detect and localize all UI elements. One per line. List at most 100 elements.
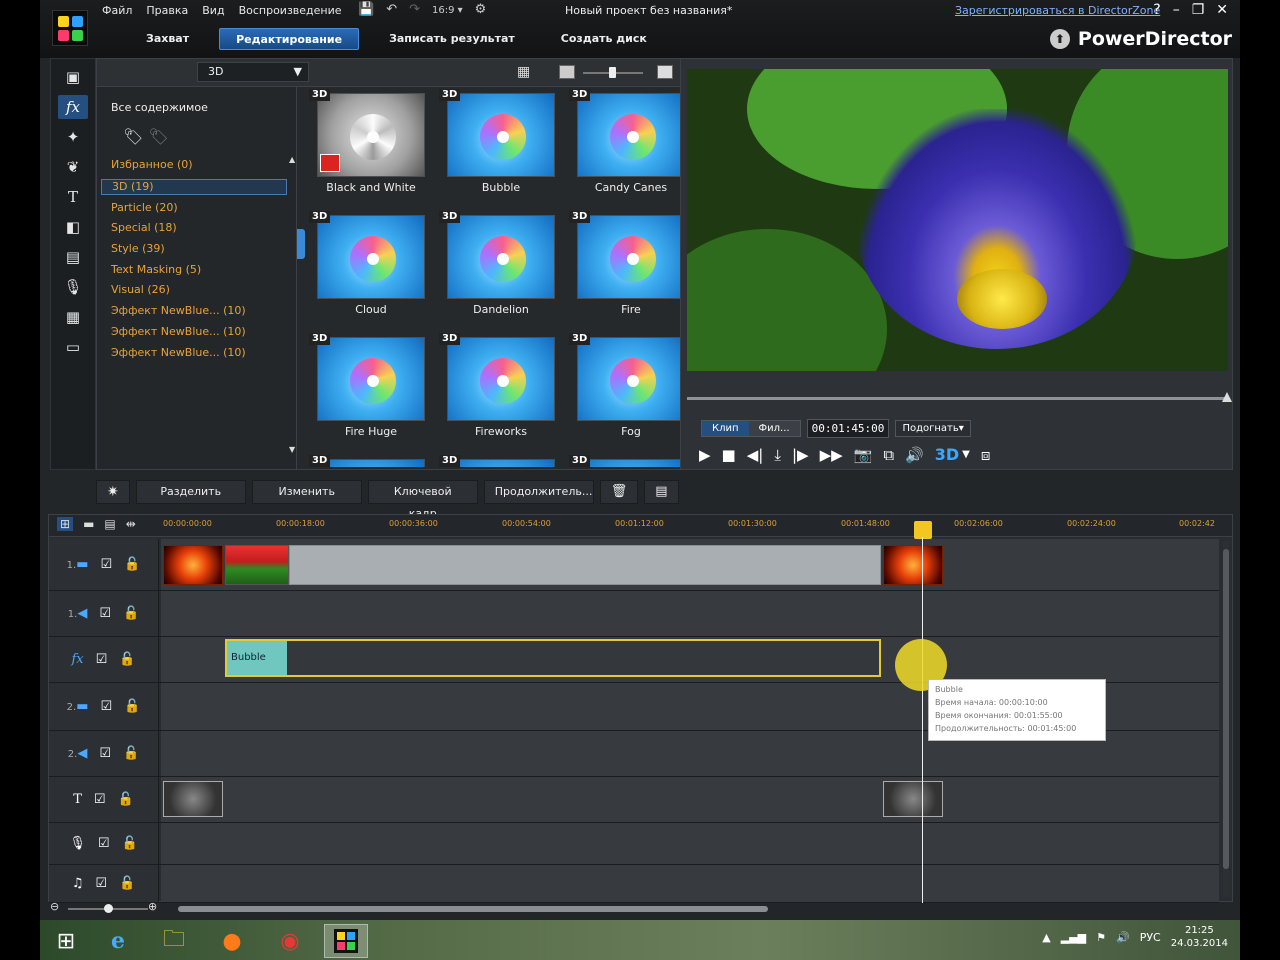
clip-mode-button[interactable]: Клип — [702, 421, 749, 436]
undock-icon[interactable]: ⧈ — [981, 446, 991, 464]
duration-button[interactable]: Продолжитель... — [483, 480, 594, 504]
track-enable-checkbox[interactable]: ☑ — [94, 792, 106, 807]
filter-dropdown[interactable]: 3D ▼ — [197, 62, 309, 82]
effect-fire[interactable]: 3D Fire — [569, 211, 685, 329]
playback-slider[interactable] — [687, 392, 1232, 402]
timeline-vertical-scrollbar[interactable] — [1223, 541, 1229, 897]
zoom-in-icon[interactable]: ⊕ — [148, 900, 157, 913]
video-clip-fire[interactable] — [163, 545, 223, 585]
menu-view[interactable]: Вид — [202, 4, 224, 17]
effect-dandelion[interactable]: 3D Dandelion — [439, 211, 555, 329]
particle-room-icon[interactable]: ❦ — [58, 155, 88, 179]
track-body[interactable] — [161, 865, 1219, 902]
add-track-icon[interactable]: ▤ — [104, 517, 115, 531]
clock[interactable]: 21:25 24.03.2014 — [1171, 924, 1228, 950]
title-clip[interactable] — [163, 781, 223, 817]
menu-file[interactable]: Файл — [102, 4, 132, 17]
track-body[interactable] — [161, 539, 1219, 590]
zoom-knob[interactable] — [104, 904, 113, 913]
track-body[interactable] — [161, 591, 1219, 636]
effect-cloud[interactable]: 3D Cloud — [309, 211, 425, 329]
scroll-thumb[interactable] — [1223, 549, 1229, 869]
split-download-icon[interactable]: ⤓ — [774, 446, 781, 464]
powerdirector-taskbar-icon[interactable] — [324, 924, 368, 958]
storyboard-view-icon[interactable]: ▬ — [83, 517, 94, 531]
keyframe-button[interactable]: Ключевой кадр — [367, 480, 478, 520]
network-icon[interactable]: ▂▄▆ — [1061, 931, 1086, 944]
lock-icon[interactable]: 🔓 — [118, 792, 134, 807]
remove-tag-icon[interactable]: 🏷 — [148, 127, 168, 146]
timeline-horizontal-scrollbar[interactable] — [178, 906, 768, 912]
effect-fireworks[interactable]: 3D Fireworks — [439, 333, 555, 451]
fx-room-icon[interactable]: fx — [58, 95, 88, 119]
track-enable-checkbox[interactable]: ☑ — [95, 876, 107, 891]
scroll-down-icon[interactable]: ▼ — [289, 445, 295, 454]
playback-position-marker[interactable] — [1222, 392, 1232, 402]
effect-fog[interactable]: 3D Fog — [569, 333, 685, 451]
track-body[interactable]: Bubble — [161, 637, 1219, 682]
track-enable-checkbox[interactable]: ☑ — [101, 699, 113, 714]
effect-fire-huge[interactable]: 3D Fire Huge — [309, 333, 425, 451]
title-room-icon[interactable]: T — [58, 185, 88, 209]
category-special[interactable]: Special (18) — [101, 218, 287, 239]
timecode-display[interactable]: 00:01:45:00 — [806, 419, 890, 438]
restore-icon[interactable]: ❐ — [1192, 2, 1205, 18]
category-newblue-3[interactable]: Эффект NewBlue... (10) — [101, 343, 287, 364]
effect-partial-row[interactable]: 3D — [569, 455, 685, 467]
category-visual[interactable]: Visual (26) — [101, 280, 287, 301]
tab-create-disc[interactable]: Создать диск — [545, 28, 663, 50]
zoom-slider[interactable] — [68, 904, 148, 913]
zoom-out-icon[interactable]: ⊖ — [50, 900, 59, 913]
category-style[interactable]: Style (39) — [101, 239, 287, 260]
next-frame-icon[interactable]: |▶ — [792, 446, 809, 464]
show-hidden-icons-icon[interactable]: ▲ — [1042, 931, 1050, 944]
category-newblue-1[interactable]: Эффект NewBlue... (10) — [101, 301, 287, 322]
fx-clip-bubble[interactable]: Bubble — [225, 639, 881, 677]
effect-partial-row[interactable]: 3D — [439, 455, 555, 467]
effect-partial-row[interactable]: 3D — [309, 455, 425, 467]
magic-tool-icon[interactable]: ✷ — [96, 480, 130, 504]
audio-mixing-icon[interactable]: ▤ — [58, 245, 88, 269]
title-clip[interactable] — [883, 781, 943, 817]
track-enable-checkbox[interactable]: ☑ — [99, 606, 111, 621]
trash-icon[interactable]: 🗑 — [599, 480, 639, 504]
chrome-icon[interactable]: ◉ — [268, 924, 312, 958]
menu-edit[interactable]: Правка — [146, 4, 188, 17]
effect-bubble[interactable]: 3D Bubble — [439, 89, 555, 207]
all-content-label[interactable]: Все содержимое — [111, 101, 208, 114]
pip-room-icon[interactable]: ✦ — [58, 125, 88, 149]
modify-button[interactable]: Изменить — [251, 480, 362, 504]
aspect-ratio-icon[interactable]: 16:9 ▾ — [432, 2, 463, 20]
stop-icon[interactable]: ■ — [722, 446, 736, 464]
category-newblue-2[interactable]: Эффект NewBlue... (10) — [101, 322, 287, 343]
subtitle-room-icon[interactable]: ▭ — [58, 335, 88, 359]
lock-icon[interactable]: 🔓 — [121, 836, 137, 851]
effect-candy-canes[interactable]: 3D Candy Canes — [569, 89, 685, 207]
help-icon[interactable]: ? — [1153, 2, 1160, 18]
time-ruler[interactable]: ⊞ ▬ ▤ ⇹ 00:00:00:00 00:00:18:00 00:00:36… — [49, 515, 1232, 537]
fit-dropdown[interactable]: Подогнать▾ — [895, 420, 971, 437]
play-icon[interactable]: ▶ — [699, 446, 711, 464]
firefox-icon[interactable]: ● — [210, 924, 254, 958]
previous-frame-icon[interactable]: ◀| — [747, 446, 764, 464]
category-particle[interactable]: Particle (20) — [101, 198, 287, 219]
collapse-panel-tab[interactable] — [297, 229, 305, 259]
media-room-icon[interactable]: ▣ — [58, 65, 88, 89]
video-clip-body[interactable] — [289, 545, 881, 585]
fast-forward-icon[interactable]: ▶▶ — [820, 446, 843, 464]
snapshot-camera-icon[interactable]: 📷 — [854, 446, 873, 464]
minimize-icon[interactable]: – — [1173, 2, 1180, 18]
voiceover-icon[interactable]: 🎙 — [58, 275, 88, 299]
settings-gear-icon[interactable]: ⚙ — [475, 2, 487, 20]
lock-icon[interactable]: 🔓 — [124, 557, 140, 572]
split-button[interactable]: Разделить — [135, 480, 246, 504]
large-thumbnail-icon[interactable] — [657, 65, 673, 79]
close-icon[interactable]: ✕ — [1216, 2, 1228, 18]
chevron-down-icon[interactable]: ▼ — [962, 449, 970, 460]
thumbnail-size-slider[interactable] — [583, 67, 643, 78]
lock-icon[interactable]: 🔓 — [123, 606, 139, 621]
register-link[interactable]: Зарегистрироваться в DirectorZone — [955, 4, 1160, 17]
file-explorer-icon[interactable]: 🗀 — [152, 924, 196, 958]
playhead-handle[interactable] — [914, 521, 932, 539]
slider-knob[interactable] — [609, 67, 616, 78]
